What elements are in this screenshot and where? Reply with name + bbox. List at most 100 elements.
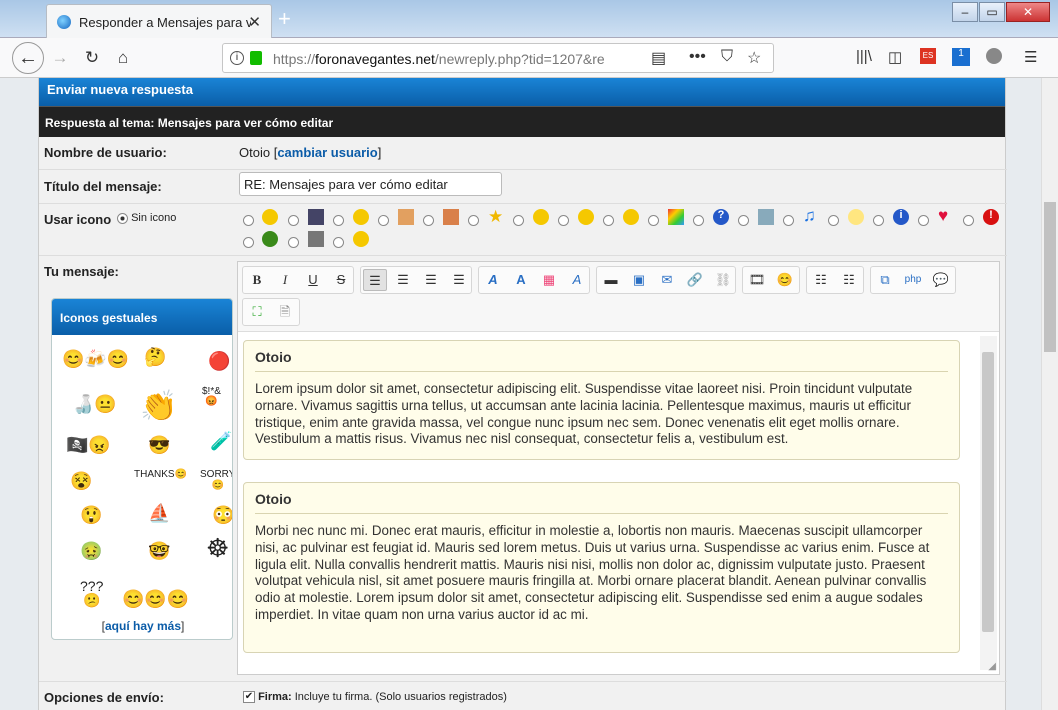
bold-button[interactable]: B xyxy=(245,269,269,291)
close-window-button[interactable]: ✕ xyxy=(1006,2,1050,22)
jumping-icon[interactable]: 😵 xyxy=(70,471,92,492)
new-tab-icon[interactable]: + xyxy=(278,6,291,32)
info-icon[interactable]: i xyxy=(230,51,244,65)
page-scrollbar[interactable] xyxy=(1041,78,1058,710)
captain-icon[interactable]: ☸ xyxy=(206,533,229,564)
icon-radio[interactable] xyxy=(783,215,794,227)
resize-handle-icon[interactable]: ◢ xyxy=(988,661,996,672)
icon-radio[interactable] xyxy=(558,215,569,227)
home-icon[interactable]: ⌂ xyxy=(111,46,135,70)
quote-button[interactable]: 💬 xyxy=(929,269,953,291)
extension-badge-icon[interactable]: 1 xyxy=(952,48,970,66)
icon-radio[interactable] xyxy=(243,237,254,249)
sailing-icon[interactable]: ⛵ xyxy=(148,503,170,524)
extension-icon[interactable]: ES xyxy=(920,48,936,64)
forward-icon[interactable]: → xyxy=(48,46,72,70)
icon-radio[interactable] xyxy=(603,215,614,227)
more-smilies-link[interactable]: aquí hay más xyxy=(105,619,181,633)
change-user-link[interactable]: cambiar usuario xyxy=(277,145,377,160)
color-button[interactable]: ▦ xyxy=(537,269,561,291)
reader-view-icon[interactable]: ▤ xyxy=(651,48,666,68)
clapping-icon[interactable]: 👏 xyxy=(140,389,177,424)
justify-button[interactable]: ☰ xyxy=(447,269,471,291)
insert-link-button[interactable]: 🔗 xyxy=(683,269,707,291)
page-actions-icon[interactable]: ••• xyxy=(689,48,706,66)
icon-radio[interactable] xyxy=(828,215,839,227)
italic-button[interactable]: I xyxy=(273,269,297,291)
bullet-list-button[interactable]: ☷ xyxy=(809,269,833,291)
emoticon-button[interactable]: 😊 xyxy=(773,269,797,291)
icon-radio[interactable] xyxy=(963,215,974,227)
ball-icon[interactable]: 🔴 xyxy=(208,351,230,372)
font-size-button[interactable]: A xyxy=(509,269,533,291)
unlink-button[interactable]: ⛓ xyxy=(711,269,735,291)
icon-radio[interactable] xyxy=(333,215,344,227)
minimize-button[interactable]: – xyxy=(952,2,978,22)
editor-scrollbar-thumb[interactable] xyxy=(982,352,994,632)
no-icon-radio[interactable] xyxy=(117,212,128,224)
bookmark-star-icon[interactable]: ☆ xyxy=(747,48,761,68)
back-icon[interactable]: ← xyxy=(12,42,44,74)
icon-radio[interactable] xyxy=(738,215,749,227)
underline-button[interactable]: U xyxy=(301,269,325,291)
icon-radio[interactable] xyxy=(513,215,524,227)
page-scrollbar-thumb[interactable] xyxy=(1044,202,1056,352)
potion-icon[interactable]: 🧪 xyxy=(210,431,232,452)
shocked-icon[interactable]: 😲 xyxy=(80,505,102,526)
icon-radio[interactable] xyxy=(333,237,344,249)
icon-radio[interactable] xyxy=(693,215,704,227)
blush-icon[interactable]: 😳 xyxy=(212,505,232,526)
question-face-icon[interactable]: ??? 😕 xyxy=(80,579,103,607)
swearing-icon[interactable]: $!*& 😡 xyxy=(202,387,221,407)
strikethrough-button[interactable]: S xyxy=(329,269,353,291)
insert-image-button[interactable]: ▣ xyxy=(627,269,651,291)
maximize-editor-button[interactable]: ⛶ xyxy=(245,301,269,323)
close-tab-icon[interactable]: ✕ xyxy=(248,13,261,31)
icon-radio[interactable] xyxy=(918,215,929,227)
icon-radio[interactable] xyxy=(378,215,389,227)
thinking-icon[interactable]: 🤔 xyxy=(144,347,166,368)
icon-radio[interactable] xyxy=(243,215,254,227)
align-left-button[interactable]: ☰ xyxy=(363,269,387,291)
icon-radio[interactable] xyxy=(423,215,434,227)
font-button[interactable]: A xyxy=(481,269,505,291)
graduate-icon[interactable]: 😎 xyxy=(148,435,170,456)
sidebar-icon[interactable]: ◫ xyxy=(888,48,902,66)
remove-format-button[interactable]: A xyxy=(565,269,589,291)
active-tab[interactable]: Responder a Mensajes para ver cómo edita… xyxy=(46,4,272,38)
insert-email-button[interactable]: ✉ xyxy=(655,269,679,291)
numbered-list-button[interactable]: ☷ xyxy=(837,269,861,291)
thanks-icon[interactable]: THANKS😊 xyxy=(134,469,187,480)
signature-option[interactable]: ✔ Firma: Incluye tu firma. (Solo usuario… xyxy=(243,691,507,704)
url-text[interactable]: https://foronavegantes.net/newreply.php?… xyxy=(273,51,613,67)
horizontal-rule-button[interactable]: ▬ xyxy=(599,269,623,291)
group-icon[interactable]: 😊😊😊 xyxy=(122,589,189,610)
no-icon-option[interactable]: Sin icono xyxy=(117,212,176,224)
align-center-button[interactable]: ☰ xyxy=(391,269,415,291)
video-button[interactable]: 🎞 xyxy=(745,269,769,291)
icon-radio[interactable] xyxy=(648,215,659,227)
php-button[interactable]: php xyxy=(901,269,925,291)
icon-radio[interactable] xyxy=(288,215,299,227)
editor-scrollbar[interactable] xyxy=(980,336,997,670)
editor-content[interactable]: Otoio Lorem ipsum dolor sit amet, consec… xyxy=(238,333,978,674)
profile-icon[interactable] xyxy=(986,48,1002,64)
title-input[interactable]: RE: Mensajes para ver cómo editar xyxy=(239,172,502,196)
signature-checkbox[interactable]: ✔ xyxy=(243,691,255,704)
icon-radio[interactable] xyxy=(468,215,479,227)
reload-icon[interactable]: ↻ xyxy=(80,46,104,70)
align-right-button[interactable]: ☰ xyxy=(419,269,443,291)
icon-radio[interactable] xyxy=(873,215,884,227)
nerd-icon[interactable]: 🤓 xyxy=(148,541,170,562)
pirate-icon[interactable]: 🏴‍☠️😠 xyxy=(66,435,111,456)
maximize-button[interactable]: ▭ xyxy=(979,2,1005,22)
menu-icon[interactable]: ☰ xyxy=(1024,48,1037,66)
sorry-icon[interactable]: SORRY😊 xyxy=(200,469,232,491)
cheers-icon[interactable]: 😊🍻😊 xyxy=(62,349,129,370)
icon-radio[interactable] xyxy=(288,237,299,249)
sick-icon[interactable]: 🤢 xyxy=(80,541,102,562)
url-bar[interactable]: i https://foronavegantes.net/newreply.ph… xyxy=(222,43,774,73)
code-button[interactable]: ⧉ xyxy=(873,269,897,291)
library-icon[interactable]: |||\ xyxy=(856,48,872,65)
drinking-icon[interactable]: 🍶😐 xyxy=(72,394,117,415)
